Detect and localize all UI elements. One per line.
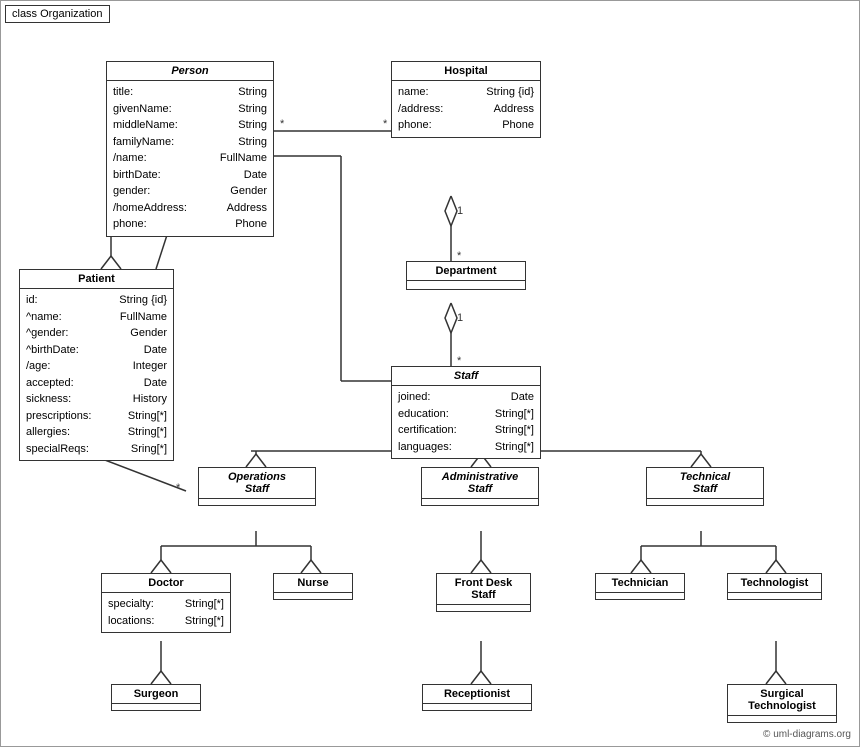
operations-staff-class: OperationsStaff [198,467,316,506]
hospital-name: Hospital [444,65,487,77]
receptionist-attrs [423,704,531,710]
technical-staff-class: TechnicalStaff [646,467,764,506]
svg-text:*: * [383,118,388,130]
person-class: Person title:String givenName:String mid… [106,61,274,237]
staff-header: Staff [392,367,540,386]
doctor-attrs: specialty:String[*] locations:String[*] [102,593,230,632]
surgeon-header: Surgeon [112,685,200,704]
administrative-staff-class: AdministrativeStaff [421,467,539,506]
diagram-container: class Organization * * 1 * 1 * * [0,0,860,747]
operations-staff-attrs [199,499,315,505]
technologist-attrs [728,593,821,599]
doctor-name: Doctor [148,577,183,589]
nurse-name: Nurse [297,577,328,589]
patient-class: Patient id:String {id} ^name:FullName ^g… [19,269,174,461]
technician-header: Technician [596,574,684,593]
surgical-technologist-attrs [728,716,836,722]
technician-attrs [596,593,684,599]
technical-staff-attrs [647,499,763,505]
nurse-attrs [274,593,352,599]
department-name: Department [435,265,496,277]
hospital-class: Hospital name:String {id} /address:Addre… [391,61,541,138]
technologist-class: Technologist [727,573,822,600]
nurse-class: Nurse [273,573,353,600]
technician-name: Technician [612,577,669,589]
front-desk-staff-class: Front DeskStaff [436,573,531,612]
receptionist-header: Receptionist [423,685,531,704]
class-label: class Organization [5,5,110,23]
administrative-staff-attrs [422,499,538,505]
patient-name: Patient [78,273,115,285]
staff-name: Staff [454,370,478,382]
patient-header: Patient [20,270,173,289]
nurse-header: Nurse [274,574,352,593]
svg-text:*: * [280,118,285,130]
person-attrs: title:String givenName:String middleName… [107,81,273,236]
copyright-text: © uml-diagrams.org [763,729,851,740]
doctor-class: Doctor specialty:String[*] locations:Str… [101,573,231,633]
patient-attrs: id:String {id} ^name:FullName ^gender:Ge… [20,289,173,460]
technologist-header: Technologist [728,574,821,593]
department-class: Department [406,261,526,290]
surgical-technologist-header: SurgicalTechnologist [728,685,836,716]
svg-text:*: * [176,482,181,494]
surgeon-attrs [112,704,200,710]
staff-attrs: joined:Date education:String[*] certific… [392,386,540,458]
department-header: Department [407,262,525,281]
technical-staff-header: TechnicalStaff [647,468,763,499]
surgical-technologist-class: SurgicalTechnologist [727,684,837,723]
technician-class: Technician [595,573,685,600]
surgical-technologist-name: SurgicalTechnologist [748,688,816,712]
doctor-header: Doctor [102,574,230,593]
operations-staff-name: OperationsStaff [228,471,286,495]
receptionist-class: Receptionist [422,684,532,711]
front-desk-staff-attrs [437,605,530,611]
svg-text:1: 1 [457,205,463,217]
operations-staff-header: OperationsStaff [199,468,315,499]
surgeon-class: Surgeon [111,684,201,711]
administrative-staff-name: AdministrativeStaff [442,471,518,495]
hospital-header: Hospital [392,62,540,81]
front-desk-staff-name: Front DeskStaff [455,577,512,601]
department-attrs [407,281,525,289]
technologist-name: Technologist [741,577,809,589]
receptionist-name: Receptionist [444,688,510,700]
svg-text:1: 1 [457,312,463,324]
diagram-title: class Organization [12,8,103,20]
administrative-staff-header: AdministrativeStaff [422,468,538,499]
hospital-attrs: name:String {id} /address:Address phone:… [392,81,540,137]
person-name: Person [171,65,208,77]
front-desk-staff-header: Front DeskStaff [437,574,530,605]
technical-staff-name: TechnicalStaff [680,471,730,495]
copyright: © uml-diagrams.org [763,729,851,740]
person-header: Person [107,62,273,81]
surgeon-name: Surgeon [134,688,179,700]
staff-class: Staff joined:Date education:String[*] ce… [391,366,541,459]
